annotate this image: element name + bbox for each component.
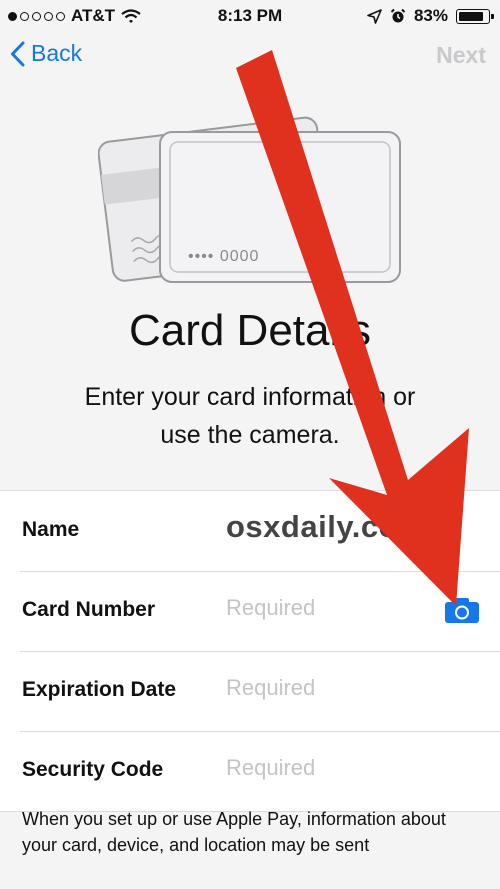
chevron-left-icon (11, 41, 25, 66)
status-bar: AT&T 8:13 PM 83% (0, 0, 500, 32)
expiration-field[interactable]: Required (226, 675, 436, 701)
name-row: Name osxdaily.com (0, 491, 500, 571)
security-code-row: Security Code Required (0, 731, 500, 811)
card-form: Name osxdaily.com Card Number Required E… (0, 490, 500, 812)
card-number-masked: •••• 0000 (188, 248, 259, 265)
cards-illustration: •••• 0000 (98, 116, 401, 283)
name-label: Name (22, 518, 80, 541)
battery-icon (456, 8, 494, 24)
status-right: 83% (367, 6, 494, 26)
camera-icon[interactable] (445, 598, 479, 623)
back-label: Back (31, 40, 83, 66)
alarm-icon (390, 8, 406, 23)
card-number-label: Card Number (22, 598, 156, 621)
nav-bar: Back Next (0, 32, 500, 82)
card-number-row: Card Number Required (0, 571, 500, 651)
battery-percent: 83% (413, 6, 448, 25)
name-field[interactable]: osxdaily.com (226, 509, 426, 545)
subtitle-line: use the camera. (160, 421, 340, 449)
expiration-label: Expiration Date (22, 678, 177, 701)
location-icon (367, 8, 382, 24)
privacy-footer: When you set up or use Apple Pay, inform… (22, 809, 446, 855)
card-number-field[interactable]: Required (226, 595, 436, 621)
page-subtitle: Enter your card information or use the c… (40, 378, 460, 454)
expiration-row: Expiration Date Required (0, 651, 500, 731)
page-title: Card Details (128, 306, 372, 355)
security-code-field[interactable]: Required (226, 755, 436, 781)
subtitle-line: Enter your card information or (84, 383, 416, 411)
security-code-label: Security Code (22, 758, 164, 781)
next-button[interactable]: Next (436, 42, 486, 69)
back-button[interactable]: Back (10, 40, 82, 67)
